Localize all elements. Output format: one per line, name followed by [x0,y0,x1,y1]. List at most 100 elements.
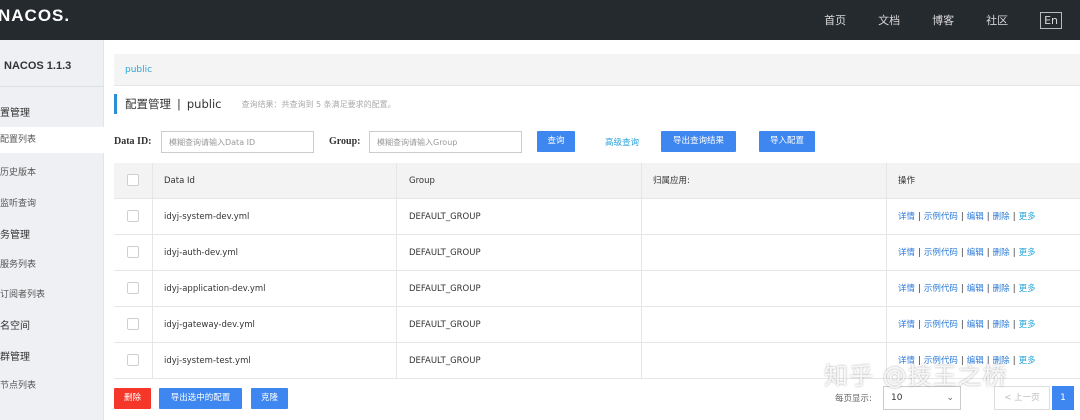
edit-link[interactable]: 编辑 [967,248,984,258]
sidebar-group-cluster[interactable]: 群管理 [0,348,30,363]
col-divider [886,199,887,235]
row-actions: 详情 | 示例代码 | 编辑 | 删除 | 更多 [898,235,1036,271]
dataid-input[interactable] [161,131,314,153]
sidebar-item-listener[interactable]: 监听查询 [0,196,36,209]
ops-separator: | [960,284,964,294]
col-divider [886,271,887,307]
more-link[interactable]: 更多 [1019,284,1036,294]
col-header-dataid: Data Id [164,176,195,186]
col-header-ops: 操作 [898,176,916,186]
delete-link[interactable]: 删除 [993,212,1010,222]
sidebar-item-config-list[interactable]: 配置列表 [0,127,104,153]
col-divider [152,235,153,271]
more-link[interactable]: 更多 [1019,356,1036,366]
sidebar-item-history[interactable]: 历史版本 [0,165,36,178]
sidebar-item-subscribers[interactable]: 订阅者列表 [0,287,45,300]
col-divider [641,307,642,343]
title-separator: | [177,97,181,111]
ops-separator: | [986,284,990,294]
ops-separator: | [918,248,921,258]
nav-blog[interactable]: 博客 [932,12,954,28]
export-results-button[interactable]: 导出查询结果 [661,131,736,152]
delete-selected-button[interactable]: 删除 [114,388,151,409]
col-divider [886,235,887,271]
row-checkbox[interactable] [127,282,139,294]
col-divider [396,307,397,343]
row-checkbox[interactable] [127,318,139,330]
detail-link[interactable]: 详情 [898,320,915,330]
sample-code-link[interactable]: 示例代码 [924,212,958,222]
col-header-app: 归属应用: [653,176,690,186]
col-divider [152,163,153,199]
watermark: 知乎 @技王之桥 [824,362,1008,390]
sidebar-group-config[interactable]: 置管理 [0,104,30,119]
group-input[interactable] [369,131,522,153]
export-selected-button[interactable]: 导出选中的配置 [159,388,242,409]
sidebar-item-service-list[interactable]: 服务列表 [0,257,36,270]
detail-link[interactable]: 详情 [898,212,915,222]
detail-link[interactable]: 详情 [898,248,915,258]
col-divider [152,307,153,343]
col-divider [886,307,887,343]
delete-link[interactable]: 删除 [993,320,1010,330]
row-checkbox[interactable] [127,210,139,222]
row-checkbox[interactable] [127,246,139,258]
version-label: NACOS 1.1.3 [4,60,72,72]
delete-link[interactable]: 删除 [993,248,1010,258]
sidebar-group-service[interactable]: 务管理 [0,226,30,241]
more-link[interactable]: 更多 [1019,248,1036,258]
ops-separator: | [918,320,921,330]
clone-button[interactable]: 克隆 [251,388,288,409]
cell-group: DEFAULT_GROUP [409,320,481,330]
query-summary: 查询结果：共查询到 5 条满足要求的配置。 [241,99,396,109]
col-divider [396,199,397,235]
more-link[interactable]: 更多 [1019,320,1036,330]
more-link[interactable]: 更多 [1019,212,1036,222]
group-label: Group: [329,136,361,147]
sidebar-divider [0,86,104,87]
col-divider [641,235,642,271]
top-navbar: NACOS. 首页 文档 博客 社区 En [0,0,1080,40]
nav-home[interactable]: 首页 [824,12,846,28]
row-checkbox[interactable] [127,354,139,366]
cell-dataid: idyj-gateway-dev.yml [164,320,255,330]
ops-separator: | [1012,356,1016,366]
nav-docs[interactable]: 文档 [878,12,900,28]
delete-link[interactable]: 删除 [993,284,1010,294]
col-divider [396,343,397,379]
breadcrumb-namespace[interactable]: public [125,65,152,75]
ops-separator: | [986,320,990,330]
edit-link[interactable]: 编辑 [967,320,984,330]
col-divider [641,343,642,379]
edit-link[interactable]: 编辑 [967,284,984,294]
ops-separator: | [1012,284,1016,294]
page-title-text: 配置管理 [125,97,171,111]
import-config-button[interactable]: 导入配置 [759,131,815,152]
nacos-logo[interactable]: NACOS. [0,6,70,26]
query-button[interactable]: 查询 [537,131,575,152]
ops-separator: | [1012,212,1016,222]
cell-dataid: idyj-system-dev.yml [164,212,250,222]
sample-code-link[interactable]: 示例代码 [924,284,958,294]
cell-group: DEFAULT_GROUP [409,212,481,222]
ops-separator: | [986,212,990,222]
edit-link[interactable]: 编辑 [967,212,984,222]
detail-link[interactable]: 详情 [898,284,915,294]
ops-separator: | [986,248,990,258]
table-header: Data Id Group 归属应用: 操作 [114,163,1080,199]
cell-group: DEFAULT_GROUP [409,284,481,294]
col-divider [152,343,153,379]
select-all-checkbox[interactable] [127,174,139,186]
advanced-query-link[interactable]: 高级查询 [605,136,639,148]
language-switch[interactable]: En [1040,11,1062,29]
sidebar-item-nodes[interactable]: 节点列表 [0,378,36,391]
current-page-button[interactable]: 1 [1052,386,1074,410]
nav-community[interactable]: 社区 [986,12,1008,28]
per-page-value: 10 [891,393,903,403]
col-divider [152,199,153,235]
table-row: idyj-auth-dev.yml DEFAULT_GROUP 详情 | 示例代码 | 编辑… [114,235,1080,271]
sample-code-link[interactable]: 示例代码 [924,248,958,258]
cell-dataid: idyj-auth-dev.yml [164,248,238,258]
sample-code-link[interactable]: 示例代码 [924,320,958,330]
sidebar-group-namespace[interactable]: 名空间 [0,317,30,332]
